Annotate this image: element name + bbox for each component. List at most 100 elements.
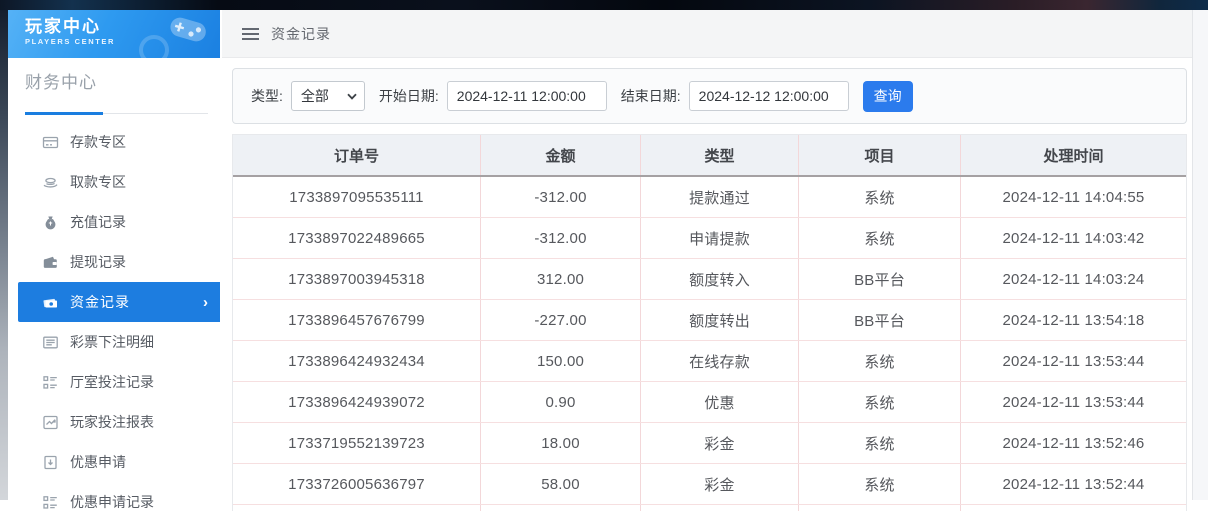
table-body: 1733897095535111 -312.00 提款通过 系统 2024-12… [233,177,1186,505]
cell-type: 额度转出 [641,300,799,340]
sidebar-item-label: 取款专区 [70,172,126,192]
player-report-icon [42,414,59,431]
recharge-bag-icon [42,214,59,231]
sidebar-item-label: 充值记录 [70,212,126,232]
cell-type: 申请提款 [641,218,799,258]
sidebar-item-lottery-bet-detail[interactable]: 彩票下注明细 [8,322,220,362]
cell-process-time: 2024-12-11 13:54:18 [961,300,1186,340]
gamepad-icon [138,12,214,58]
search-button[interactable]: 查询 [863,81,913,112]
promo-record-icon [42,494,59,511]
cell-type: 在线存款 [641,341,799,381]
deposit-card-icon [42,134,59,151]
table-header-row: 订单号 金额 类型 项目 处理时间 [233,135,1186,177]
cell-order-no: 1733897095535111 [233,177,481,217]
sidebar-item-label: 优惠申请 [70,452,126,472]
cell-order-no: 1733897022489665 [233,218,481,258]
cell-order-no: 1733896457676799 [233,300,481,340]
sidebar-item-promo-apply-record[interactable]: 优惠申请记录 [8,482,220,522]
cell-project: 系统 [799,464,961,504]
sidebar-item-label: 优惠申请记录 [70,492,154,512]
type-select-value: 全部 [301,86,329,106]
sidebar-item-funds-record[interactable]: 资金记录 › [18,282,220,322]
chevron-right-icon: › [203,294,208,311]
sidebar-item-label: 彩票下注明细 [70,332,154,352]
sidebar-item-recharge-record[interactable]: 充值记录 [8,202,220,242]
cell-process-time: 2024-12-11 14:04:55 [961,177,1186,217]
table-row[interactable]: 1733719552139723 18.00 彩金 系统 2024-12-11 … [233,423,1186,464]
lottery-detail-icon [42,334,59,351]
start-date-label: 开始日期: [379,86,439,106]
sidebar-item-withdrawal-record[interactable]: 提现记录 [8,242,220,282]
cell-type: 提款通过 [641,177,799,217]
table-row[interactable]: 1733896424939072 0.90 优惠 系统 2024-12-11 1… [233,382,1186,423]
end-date-label: 结束日期: [621,86,681,106]
sidebar-item-label: 存款专区 [70,132,126,152]
cell-amount: -227.00 [481,300,641,340]
table-row[interactable]: 1733897022489665 -312.00 申请提款 系统 2024-12… [233,218,1186,259]
start-date-input[interactable] [447,81,607,111]
funds-record-icon [42,294,59,311]
table-row[interactable]: 1733897003945318 312.00 额度转入 BB平台 2024-1… [233,259,1186,300]
cell-amount: 312.00 [481,259,641,299]
column-header-project: 项目 [799,135,961,175]
cell-process-time: 2024-12-11 13:53:44 [961,341,1186,381]
column-header-amount: 金额 [481,135,641,175]
topbar: 资金记录 [222,10,1192,58]
table-row[interactable]: 1733896457676799 -227.00 额度转出 BB平台 2024-… [233,300,1186,341]
table-row[interactable]: 1733896424932434 150.00 在线存款 系统 2024-12-… [233,341,1186,382]
cell-type: 彩金 [641,423,799,463]
cell-project: 系统 [799,177,961,217]
window-background-top-strip [0,0,1208,10]
cell-amount: 58.00 [481,464,641,504]
breadcrumb: 资金记录 [271,24,331,44]
sidebar-item-withdraw-zone[interactable]: 取款专区 [8,162,220,202]
table-row-partial [233,505,1186,511]
hamburger-menu-icon[interactable] [242,25,259,43]
end-date-input[interactable] [689,81,849,111]
cell-order-no: 1733897003945318 [233,259,481,299]
column-header-type: 类型 [641,135,799,175]
sidebar-item-player-bet-report[interactable]: 玩家投注报表 [8,402,220,442]
sidebar-item-label: 资金记录 [70,292,130,312]
main-content: 资金记录 类型: 全部 开始日期: 结束日期: 查询 订单号 金额 类型 项目 … [222,10,1192,500]
cell-project: 系统 [799,218,961,258]
table-row[interactable]: 1733726005636797 58.00 彩金 系统 2024-12-11 … [233,464,1186,505]
cell-process-time: 2024-12-11 13:52:46 [961,423,1186,463]
withdraw-wallet-icon [42,254,59,271]
cell-amount: 18.00 [481,423,641,463]
sidebar-item-label: 厅室投注记录 [70,372,154,392]
type-label: 类型: [251,86,283,106]
promo-apply-icon [42,454,59,471]
cell-project: 系统 [799,382,961,422]
sidebar-item-label: 提现记录 [70,252,126,272]
sidebar-item-promo-apply[interactable]: 优惠申请 [8,442,220,482]
table-row[interactable]: 1733897095535111 -312.00 提款通过 系统 2024-12… [233,177,1186,218]
sidebar-item-label: 玩家投注报表 [70,412,154,432]
cell-process-time: 2024-12-11 14:03:24 [961,259,1186,299]
cell-type: 额度转入 [641,259,799,299]
cell-project: BB平台 [799,259,961,299]
cell-order-no: 1733726005636797 [233,464,481,504]
sidebar-item-hall-bet-record[interactable]: 厅室投注记录 [8,362,220,402]
chevron-down-icon [347,93,357,100]
sidebar-nav: 存款专区 取款专区 充值记录 提现记录 [8,122,220,522]
cell-order-no: 1733719552139723 [233,423,481,463]
cell-amount: 150.00 [481,341,641,381]
cell-project: 系统 [799,341,961,381]
sidebar-item-deposit-zone[interactable]: 存款专区 [8,122,220,162]
vertical-scrollbar[interactable] [1192,10,1208,500]
cell-amount: 0.90 [481,382,641,422]
type-select[interactable]: 全部 [291,81,365,111]
brand-header: 玩家中心 PLAYERS CENTER [8,10,220,58]
cell-order-no: 1733896424939072 [233,382,481,422]
sidebar-section-finance-center: 财务中心 [25,68,208,114]
funds-record-table: 订单号 金额 类型 项目 处理时间 1733897095535111 -312.… [232,134,1187,511]
cell-process-time: 2024-12-11 14:03:42 [961,218,1186,258]
withdraw-hand-icon [42,174,59,191]
cell-project: 系统 [799,423,961,463]
filter-bar: 类型: 全部 开始日期: 结束日期: 查询 [232,68,1187,124]
section-divider-accent [25,112,103,115]
cell-amount: -312.00 [481,218,641,258]
cell-project: BB平台 [799,300,961,340]
